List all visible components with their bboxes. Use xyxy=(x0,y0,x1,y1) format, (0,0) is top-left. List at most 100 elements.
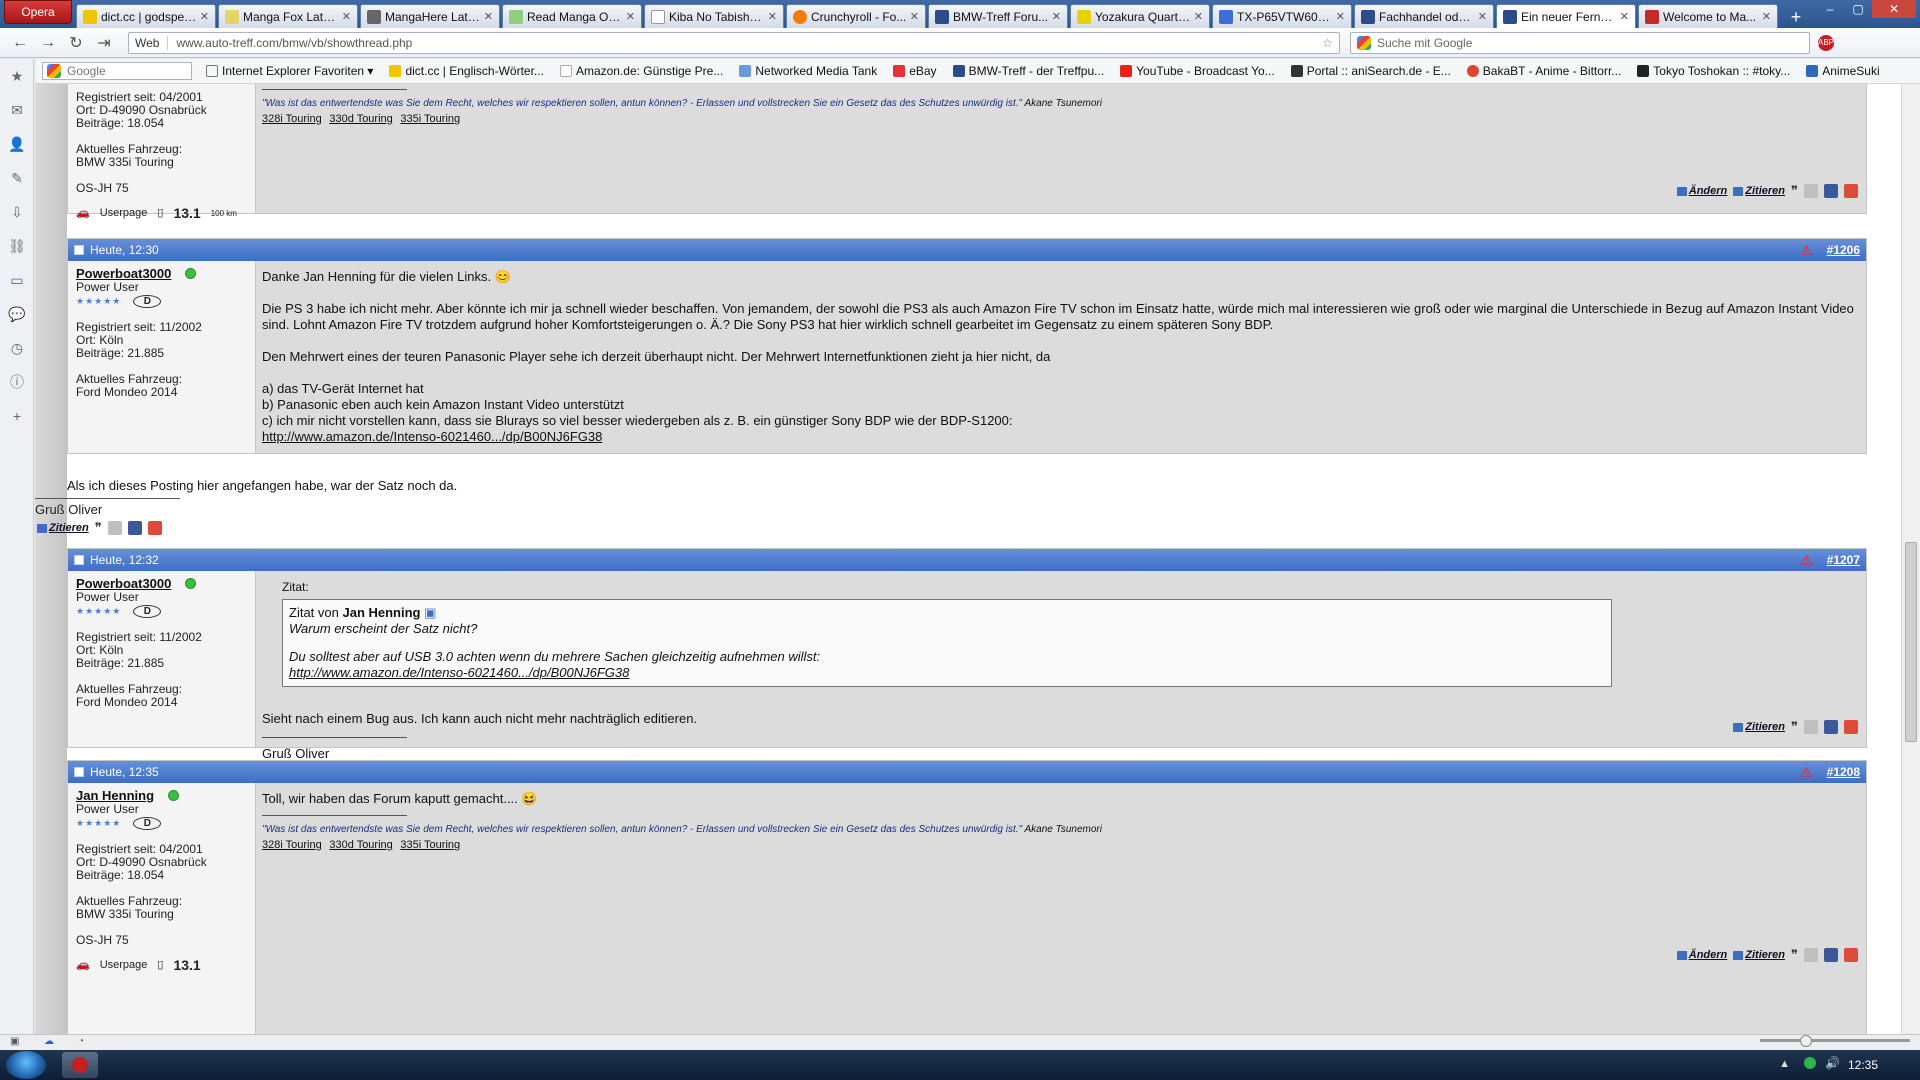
bookmark-animesuki[interactable]: AnimeSuki xyxy=(1798,64,1887,78)
quoted-amazon-link[interactable]: http://www.amazon.de/Intenso-6021460.../… xyxy=(289,665,629,680)
minimize-icon[interactable]: – xyxy=(1816,0,1844,18)
facebook-icon[interactable] xyxy=(1824,948,1838,962)
url-field[interactable]: Web www.auto-treff.com/bmw/vb/showthread… xyxy=(128,31,1340,54)
sig-link-328i[interactable]: 328i Touring xyxy=(262,839,322,851)
window-close-icon[interactable]: ✕ xyxy=(1872,0,1916,18)
tab-readmanga[interactable]: Read Manga Onl... ✕ xyxy=(502,4,642,28)
tab-active-fernseher[interactable]: Ein neuer Fernse... ✕ xyxy=(1496,4,1636,28)
cloud-icon[interactable]: ☁ xyxy=(44,1036,54,1047)
back-button[interactable]: ← xyxy=(6,31,34,55)
star-icon[interactable]: ★ xyxy=(0,59,34,93)
links-icon[interactable]: ⛓ xyxy=(0,229,34,263)
clock[interactable]: 12:35 xyxy=(1848,1058,1878,1072)
tab-yozakura[interactable]: Yozakura Quarte... ✕ xyxy=(1070,4,1210,28)
close-icon[interactable]: ✕ xyxy=(768,10,777,23)
sig-link-330d[interactable]: 330d Touring xyxy=(329,839,392,851)
vertical-scrollbar[interactable] xyxy=(1901,84,1920,1034)
multiquote-icon[interactable]: ❞ xyxy=(1791,183,1798,199)
bookmarks-search-input[interactable]: Google xyxy=(42,62,192,80)
tab-dictcc[interactable]: dict.cc | godspee... ✕ xyxy=(76,4,216,28)
info-icon[interactable]: ⓘ xyxy=(0,365,34,399)
googleplus-icon[interactable] xyxy=(1844,720,1858,734)
edit-button[interactable]: Ändern xyxy=(1677,183,1728,199)
googleplus-icon[interactable] xyxy=(1844,948,1858,962)
forward-button[interactable]: → xyxy=(34,31,62,55)
scrollbar-thumb[interactable] xyxy=(1905,542,1917,742)
reload-button[interactable]: ↻ xyxy=(62,31,90,55)
adblock-icon[interactable]: ABP xyxy=(1818,34,1834,51)
bookmark-amazon[interactable]: Amazon.de: Günstige Pre... xyxy=(552,64,731,78)
quote-button[interactable]: Zitieren xyxy=(1733,719,1785,735)
quote-button[interactable]: Zitieren xyxy=(1733,947,1785,963)
close-icon[interactable]: ✕ xyxy=(484,10,493,23)
search-field[interactable]: Suche mit Google xyxy=(1350,31,1810,54)
bookmark-nmt[interactable]: Networked Media Tank xyxy=(731,64,885,78)
close-icon[interactable]: ✕ xyxy=(1336,10,1345,23)
bookmark-icon[interactable] xyxy=(1804,948,1818,962)
network-icon[interactable] xyxy=(1804,1057,1816,1069)
username-link[interactable]: Jan Henning xyxy=(76,788,154,803)
username-link[interactable]: Powerboat3000 xyxy=(76,266,171,281)
opera-menu-button[interactable]: Opera xyxy=(4,0,72,24)
bookmark-icon[interactable] xyxy=(1804,720,1818,734)
speed-dial-icon[interactable]: ◔ xyxy=(78,1036,84,1047)
tray-expand-icon[interactable]: ▲ xyxy=(1779,1058,1790,1070)
facebook-icon[interactable] xyxy=(1824,720,1838,734)
chat-icon[interactable]: 💬 xyxy=(0,297,34,331)
notes-icon[interactable]: ✎ xyxy=(0,161,34,195)
bookmark-dictcc[interactable]: dict.cc | Englisch-Wörter... xyxy=(381,64,552,78)
multiquote-icon[interactable]: ❞ xyxy=(1791,947,1798,963)
post-number-link[interactable]: #1206 xyxy=(1827,243,1860,257)
close-icon[interactable]: ✕ xyxy=(1620,10,1629,23)
bookmark-anisearch[interactable]: Portal :: aniSearch.de - E... xyxy=(1283,64,1459,78)
start-button[interactable] xyxy=(6,1051,46,1079)
googleplus-icon[interactable] xyxy=(147,521,162,535)
edit-button[interactable]: Ändern xyxy=(1677,947,1728,963)
close-icon[interactable]: ✕ xyxy=(910,10,919,23)
maximize-icon[interactable]: ▢ xyxy=(1844,0,1872,18)
history-icon[interactable]: ◷ xyxy=(0,331,34,365)
close-icon[interactable]: ✕ xyxy=(1478,10,1487,23)
bookmark-youtube[interactable]: YouTube - Broadcast Yo... xyxy=(1112,64,1283,78)
post-number-link[interactable]: #1207 xyxy=(1827,553,1860,567)
bookmark-icon[interactable] xyxy=(1804,184,1818,198)
panel-toggle-icon[interactable]: ▣ xyxy=(10,1036,19,1047)
close-icon[interactable]: ✕ xyxy=(200,10,209,23)
sig-link-330d[interactable]: 330d Touring xyxy=(329,113,392,125)
bookmark-tokyotosho[interactable]: Tokyo Toshokan :: #toky... xyxy=(1629,64,1798,78)
facebook-icon[interactable] xyxy=(127,521,142,535)
userpage-link[interactable]: Userpage xyxy=(100,959,148,972)
bookmark-bmw-treff[interactable]: BMW-Treff - der Treffpu... xyxy=(945,64,1113,78)
windows-icon[interactable]: ▭ xyxy=(0,263,34,297)
fast-forward-button[interactable]: ⇥ xyxy=(90,31,118,55)
amazon-link[interactable]: http://www.amazon.de/Intenso-6021460.../… xyxy=(262,429,602,444)
sig-link-328i[interactable]: 328i Touring xyxy=(262,113,322,125)
sig-link-335i[interactable]: 335i Touring xyxy=(400,113,460,125)
close-icon[interactable]: ✕ xyxy=(626,10,635,23)
multiquote-icon[interactable]: ❞ xyxy=(95,520,102,536)
bookmark-bakabt[interactable]: BakaBT - Anime - Bittorr... xyxy=(1459,64,1630,78)
bookmark-ie-favorites[interactable]: Internet Explorer Favoriten ▾ xyxy=(198,64,381,78)
tab-fachhandel[interactable]: Fachhandel oder... ✕ xyxy=(1354,4,1494,28)
close-icon[interactable]: ✕ xyxy=(1194,10,1203,23)
bookmark-star-icon[interactable]: ☆ xyxy=(1322,36,1333,50)
downloads-icon[interactable]: ⇩ xyxy=(0,195,34,229)
post-number-link[interactable]: #1208 xyxy=(1827,765,1860,779)
tab-crunchyroll[interactable]: Crunchyroll - Fo... ✕ xyxy=(786,4,926,28)
tab-kiba[interactable]: Kiba No Tabisho... ✕ xyxy=(644,4,784,28)
new-tab-button[interactable]: + xyxy=(1784,6,1808,28)
contacts-icon[interactable]: 👤 xyxy=(0,127,34,161)
googleplus-icon[interactable] xyxy=(1844,184,1858,198)
tab-mangahere[interactable]: MangaHere Late... ✕ xyxy=(360,4,500,28)
tab-google-tx[interactable]: TX-P65VTW60 u... ✕ xyxy=(1212,4,1352,28)
tab-mangafox[interactable]: Manga Fox Lates... ✕ xyxy=(218,4,358,28)
tab-welcome[interactable]: Welcome to Ma... ✕ xyxy=(1638,4,1778,28)
bookmark-ebay[interactable]: eBay xyxy=(885,64,944,78)
report-icon[interactable]: ⚠ xyxy=(1800,764,1813,781)
userpage-link[interactable]: Userpage xyxy=(100,207,148,220)
view-post-icon[interactable]: ▣ xyxy=(424,605,436,620)
volume-icon[interactable]: 🔊 xyxy=(1825,1056,1840,1070)
mail-icon[interactable]: ✉ xyxy=(0,93,34,127)
taskbar-opera[interactable] xyxy=(62,1052,98,1078)
facebook-icon[interactable] xyxy=(1824,184,1838,198)
